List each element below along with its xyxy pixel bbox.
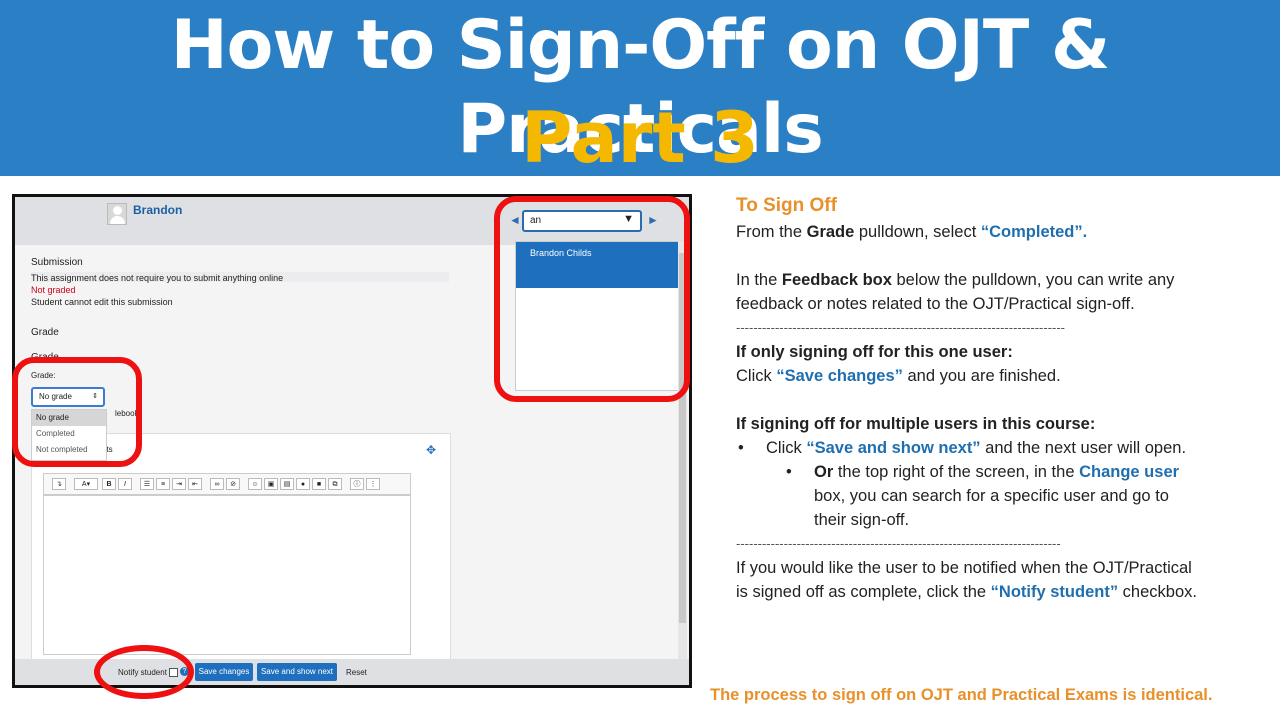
text: In the <box>736 271 782 289</box>
text: and you are finished. <box>902 367 1061 385</box>
text: box, you can search for a specific user … <box>814 487 1169 529</box>
text-highlight: “Notify student” <box>990 583 1119 601</box>
text-highlight: Change user <box>1079 463 1180 481</box>
outdent-icon[interactable]: ⇤ <box>188 478 202 490</box>
bullet-list-icon[interactable]: ☰ <box>140 478 154 490</box>
media-icon[interactable]: ▤ <box>280 478 294 490</box>
feedback-editor[interactable] <box>43 495 411 655</box>
highlight-notify-student <box>94 645 194 699</box>
instruction-grade: From the Grade pulldown, select “Complet… <box>736 220 1206 244</box>
save-changes-button[interactable]: Save changes <box>195 663 253 681</box>
text: From the <box>736 223 807 241</box>
link-icon[interactable]: ∞ <box>210 478 224 490</box>
divider: ----------------------------------------… <box>736 320 1066 335</box>
grading-status: Not graded <box>31 285 76 295</box>
save-and-show-next-button[interactable]: Save and show next <box>257 663 337 681</box>
reset-button[interactable]: Reset <box>346 668 367 677</box>
submission-status: This assignment does not require you to … <box>31 273 284 283</box>
submission-heading: Submission <box>31 257 83 268</box>
text: Click <box>766 439 807 457</box>
text-bold: Or <box>814 463 834 481</box>
text: the top right of the screen, in the <box>833 463 1080 481</box>
instructions-panel: To Sign Off From the Grade pulldown, sel… <box>736 194 1206 604</box>
single-user-heading: If only signing off for this one user: <box>736 343 1013 361</box>
divider: ----------------------------------------… <box>736 536 1061 551</box>
grade-heading: Grade <box>31 327 59 338</box>
bold-icon[interactable]: B <box>102 478 116 490</box>
text: pulldown, select <box>854 223 981 241</box>
user-avatar-icon <box>107 203 127 225</box>
text-highlight: “Save changes” <box>776 367 903 385</box>
text-bold: Grade <box>806 223 855 241</box>
toolbar-toggle-icon[interactable]: ↴ <box>52 478 66 490</box>
instruction-feedback: In the Feedback box below the pulldown, … <box>736 268 1206 316</box>
bullet-icon: • <box>786 463 792 481</box>
bullet-change-user: • Or the top right of the screen, in the … <box>736 460 1204 532</box>
footer-note: The process to sign off on OJT and Pract… <box>710 686 1213 704</box>
numbered-list-icon[interactable]: ≡ <box>156 478 170 490</box>
single-user-instruction: Click “Save changes” and you are finishe… <box>736 364 1206 388</box>
accessibility-icon[interactable]: ⓘ <box>350 478 364 490</box>
indent-icon[interactable]: ⇥ <box>172 478 186 490</box>
user-name-link[interactable]: Brandon <box>133 203 182 217</box>
emoji-icon[interactable]: ☺ <box>248 478 262 490</box>
multi-user-heading: If signing off for multiple users in thi… <box>736 415 1096 433</box>
highlight-change-user <box>494 196 690 402</box>
editor-toolbar: ↴ A▾ B I ☰ ≡ ⇥ ⇤ ∞ ⊘ ☺ ▣ ▤ ● ■ ⧉ ⓘ ⋮ <box>43 473 411 495</box>
expand-icon[interactable]: ✥ <box>426 443 436 457</box>
text-highlight: “Save and show next” <box>806 439 981 457</box>
notify-instruction: If you would like the user to be notifie… <box>736 556 1206 604</box>
html-icon[interactable]: ⋮ <box>366 478 380 490</box>
bullet-icon: • <box>738 439 744 457</box>
page-subtitle: Part 3 <box>521 97 759 179</box>
edit-status: Student cannot edit this submission <box>31 297 173 307</box>
text-bold: Feedback box <box>781 271 892 289</box>
font-size-icon[interactable]: A▾ <box>74 478 98 490</box>
text-highlight: “Completed”. <box>980 223 1088 241</box>
text: checkbox. <box>1118 583 1197 601</box>
record-audio-icon[interactable]: ● <box>296 478 310 490</box>
image-icon[interactable]: ▣ <box>264 478 278 490</box>
unlink-icon[interactable]: ⊘ <box>226 478 240 490</box>
manage-files-icon[interactable]: ⧉ <box>328 478 342 490</box>
highlight-grade-select <box>12 357 142 467</box>
italic-icon[interactable]: I <box>118 478 132 490</box>
record-video-icon[interactable]: ■ <box>312 478 326 490</box>
bullet-save-next: • Click “Save and show next” and the next… <box>736 436 1206 460</box>
instructions-heading: To Sign Off <box>736 195 837 216</box>
text: and the next user will open. <box>980 439 1187 457</box>
text: Click <box>736 367 777 385</box>
